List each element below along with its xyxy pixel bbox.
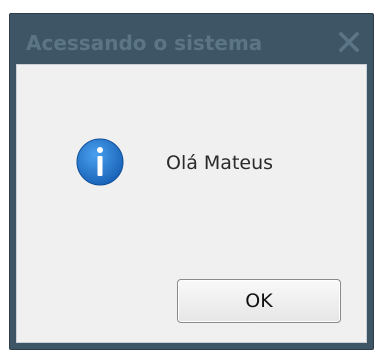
dialog-message: Olá Mateus bbox=[166, 152, 274, 174]
info-icon bbox=[76, 138, 124, 186]
title-bar[interactable]: Acessando o sistema bbox=[10, 14, 373, 64]
close-icon bbox=[338, 31, 360, 53]
message-dialog: Acessando o sistema Olá Mateus OK bbox=[9, 13, 374, 350]
ok-button[interactable]: OK bbox=[177, 279, 341, 323]
dialog-body: Olá Mateus OK bbox=[16, 64, 367, 343]
close-button[interactable] bbox=[335, 28, 363, 56]
dialog-title: Acessando o sistema bbox=[26, 31, 263, 55]
